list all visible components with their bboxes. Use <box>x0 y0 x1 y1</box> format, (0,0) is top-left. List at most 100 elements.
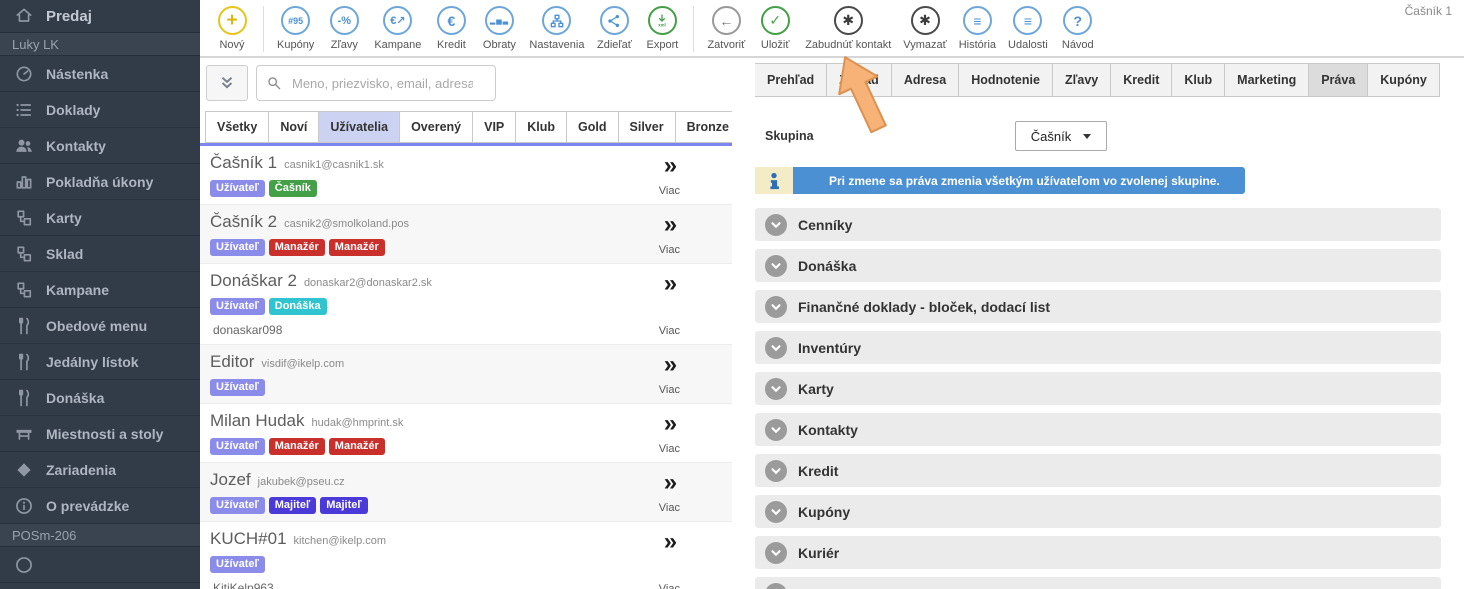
export-button[interactable]: xmlExport <box>638 6 686 51</box>
chevron-down-icon <box>769 546 783 560</box>
detail-tab-marketing[interactable]: Marketing <box>1224 63 1309 97</box>
info-banner-text: Pri zmene sa práva zmenia všetkým užívat… <box>793 167 1245 194</box>
badge-užívateľ: Užívateľ <box>210 556 265 573</box>
chevron-down-icon <box>769 505 783 519</box>
section-partial[interactable] <box>755 577 1441 589</box>
sidebar-item-zariadenia[interactable]: Zariadenia <box>0 452 200 488</box>
contact-more-button[interactable]: »Viac <box>659 273 680 337</box>
detail-tab-základ[interactable]: Základ <box>826 63 892 97</box>
sidebar-item-karty[interactable]: Karty <box>0 200 200 236</box>
contact-row-čašník-2[interactable]: Čašník 2casnik2@smolkoland.posUžívateľMa… <box>200 205 732 264</box>
filter-tab-gold[interactable]: Gold <box>566 111 618 143</box>
sidebar-item-kampane[interactable]: Kampane <box>0 272 200 308</box>
contact-row-donáškar-2[interactable]: Donáškar 2donaskar2@donaskar2.skUžívateľ… <box>200 264 732 345</box>
filter-tab-overený[interactable]: Overený <box>399 111 473 143</box>
filter-tab-klub[interactable]: Klub <box>515 111 567 143</box>
section-cenníky[interactable]: Cenníky <box>755 208 1441 241</box>
chevron-circle <box>765 501 787 523</box>
sidebar-item-kontakty[interactable]: Kontakty <box>0 128 200 164</box>
kupóny-button[interactable]: #95Kupóny <box>271 6 320 51</box>
badge-manažér: Manažér <box>269 438 325 455</box>
contact-more-button[interactable]: »Viac <box>659 413 680 455</box>
collapse-search-button[interactable] <box>206 65 248 101</box>
toolbar-button-label: Zatvoriť <box>707 39 745 51</box>
detail-tab-adresa[interactable]: Adresa <box>891 63 959 97</box>
contact-row-čašník-1[interactable]: Čašník 1casnik1@casnik1.skUžívateľČašník… <box>200 146 732 205</box>
filter-tab-vip[interactable]: VIP <box>472 111 516 143</box>
sidebar-item-partial[interactable] <box>0 547 200 583</box>
section-kredit[interactable]: Kredit <box>755 454 1441 487</box>
filter-tab-všetky[interactable]: Všetky <box>205 111 269 143</box>
cutlery-icon <box>14 352 34 372</box>
sidebar-item-doklady[interactable]: Doklady <box>0 92 200 128</box>
toolbar-button-label: Kupóny <box>277 39 314 51</box>
contact-more-button[interactable]: »Viac <box>659 472 680 514</box>
návod-button[interactable]: ?Návod <box>1054 6 1102 51</box>
filter-tab-bronze[interactable]: Bronze <box>675 111 732 143</box>
section-kontakty[interactable]: Kontakty <box>755 413 1441 446</box>
sidebar-item-label: Doklady <box>46 102 100 118</box>
sidebar-item-nástenka[interactable]: Nástenka <box>0 56 200 92</box>
group-select[interactable]: Čašník <box>1015 121 1107 151</box>
detail-tab-klub[interactable]: Klub <box>1171 63 1225 97</box>
double-chevron-right-icon: » <box>664 155 675 177</box>
section-inventúry[interactable]: Inventúry <box>755 331 1441 364</box>
section-donáška[interactable]: Donáška <box>755 249 1441 282</box>
contact-row-jozef[interactable]: Jozefjakubek@pseu.czUžívateľMajiteľMajit… <box>200 463 732 522</box>
contact-detail-panel: PrehľadZákladAdresaHodnotenieZľavyKredit… <box>755 58 1464 589</box>
detail-tab-kredit[interactable]: Kredit <box>1110 63 1172 97</box>
section-kuriér[interactable]: Kuriér <box>755 536 1441 569</box>
sidebar-item-obedové-menu[interactable]: Obedové menu <box>0 308 200 344</box>
contact-more-button[interactable]: »Viac <box>659 214 680 256</box>
zľavy-icon: -% <box>330 6 359 35</box>
chevron-down-icon <box>769 259 783 273</box>
sidebar-header-label: Predaj <box>46 8 92 25</box>
chart-icon <box>14 172 34 192</box>
obraty-button[interactable]: ▂▅▃Obraty <box>475 6 523 51</box>
info-banner: Pri zmene sa práva zmenia všetkým užívat… <box>755 167 1245 194</box>
vymazať-button[interactable]: ✱Vymazať <box>897 6 952 51</box>
section-finančné-doklady-bloček-dodací-list[interactable]: Finančné doklady - bloček, dodací list <box>755 290 1441 323</box>
kredit-button[interactable]: €Kredit <box>427 6 475 51</box>
sidebar-item-jedálny-lístok[interactable]: Jedálny lístok <box>0 344 200 380</box>
search-input[interactable] <box>290 75 475 92</box>
info-icon <box>14 496 34 516</box>
contact-row-milan-hudak[interactable]: Milan Hudakhudak@hmprint.skUžívateľManaž… <box>200 404 732 463</box>
zdieľať-button[interactable]: Zdieľať <box>590 6 638 51</box>
section-karty[interactable]: Karty <box>755 372 1441 405</box>
filter-tab-noví[interactable]: Noví <box>268 111 319 143</box>
filter-tab-silver[interactable]: Silver <box>618 111 676 143</box>
sidebar-item-donáška[interactable]: Donáška <box>0 380 200 416</box>
zatvoriť-button[interactable]: ←Zatvoriť <box>701 6 751 51</box>
contact-row-editor[interactable]: Editorvisdif@ikelp.comUžívateľ»Viac <box>200 345 732 404</box>
sidebar-item-miestnosti-a-stoly[interactable]: Miestnosti a stoly <box>0 416 200 452</box>
cutlery-icon <box>14 316 34 336</box>
sidebar-item-predaj[interactable]: Predaj <box>0 0 200 33</box>
contact-row-kuch-01[interactable]: KUCH#01kitchen@ikelp.comUžívateľKitiKelp… <box>200 522 732 589</box>
contact-more-button[interactable]: »Viac <box>659 531 680 589</box>
história-button[interactable]: ≡História <box>953 6 1002 51</box>
udalosti-button[interactable]: ≡Udalosti <box>1002 6 1054 51</box>
zabudnúť-kontakt-button[interactable]: ✱Zabudnúť kontakt <box>799 6 897 51</box>
nový-button[interactable]: +Nový <box>208 6 256 51</box>
detail-tab-práva[interactable]: Práva <box>1308 63 1368 97</box>
sidebar-item-sklad[interactable]: Sklad <box>0 236 200 272</box>
sidebar-item-o-prevádzke[interactable]: O prevádzke <box>0 488 200 524</box>
detail-tab-prehľad[interactable]: Prehľad <box>755 63 827 97</box>
sidebar-subheader: Luky LK <box>0 33 200 56</box>
detail-tab-kupóny[interactable]: Kupóny <box>1367 63 1440 97</box>
contact-name-line: Milan Hudakhudak@hmprint.sk <box>210 411 732 431</box>
detail-tab-zľavy[interactable]: Zľavy <box>1052 63 1111 97</box>
zľavy-button[interactable]: -%Zľavy <box>320 6 368 51</box>
section-kupóny[interactable]: Kupóny <box>755 495 1441 528</box>
badge-užívateľ: Užívateľ <box>210 239 265 256</box>
kampane-button[interactable]: €↗Kampane <box>368 6 427 51</box>
filter-tab-užívatelia[interactable]: Užívatelia <box>318 111 400 143</box>
detail-tab-hodnotenie[interactable]: Hodnotenie <box>958 63 1053 97</box>
uložiť-button[interactable]: ✓Uložiť <box>751 6 799 51</box>
contact-more-button[interactable]: »Viac <box>659 155 680 197</box>
contact-more-button[interactable]: »Viac <box>659 354 680 396</box>
contact-name-line: Čašník 2casnik2@smolkoland.pos <box>210 212 732 232</box>
nastavenia-button[interactable]: Nastavenia <box>523 6 590 51</box>
sidebar-item-pokladňa-úkony[interactable]: Pokladňa úkony <box>0 164 200 200</box>
